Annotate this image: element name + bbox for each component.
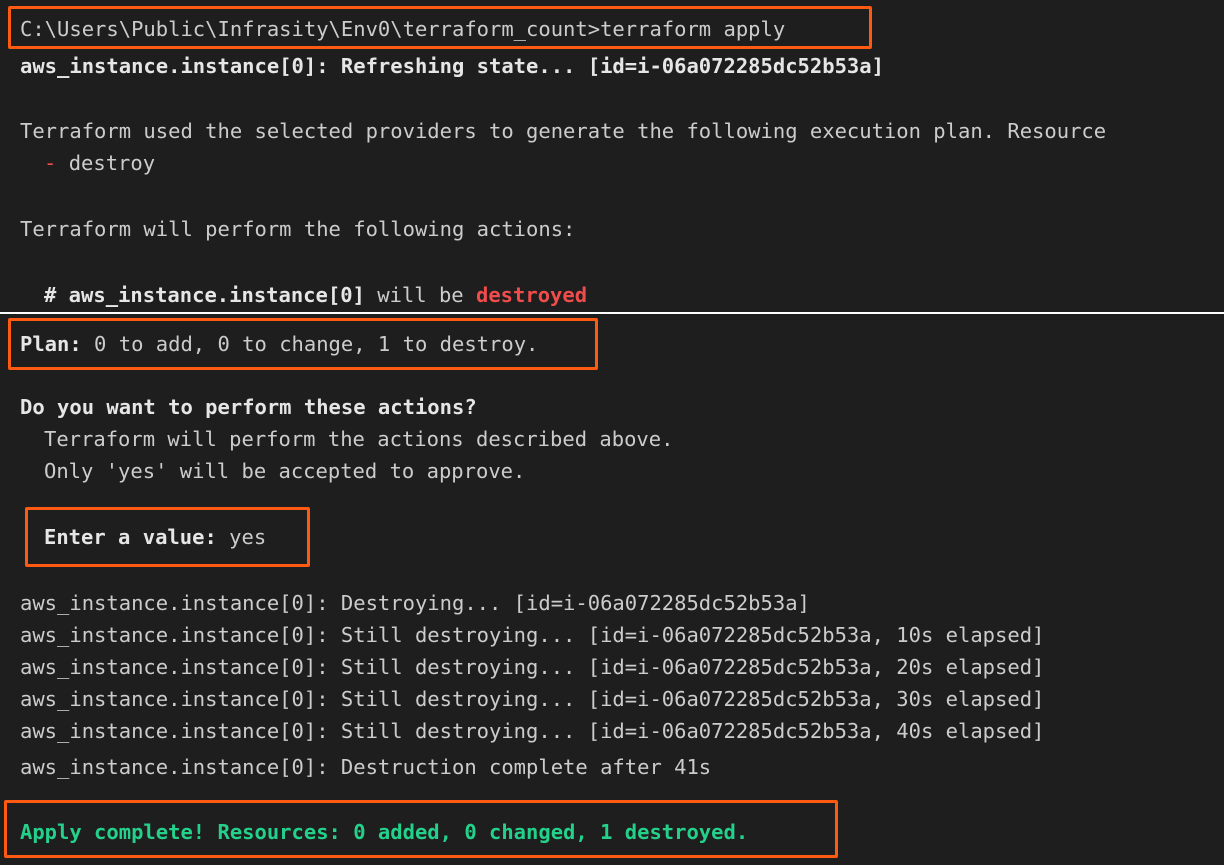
log-line: aws_instance.instance[0]: Destruction co…: [20, 755, 712, 779]
plan-text: 0 to add, 0 to change, 1 to destroy.: [81, 332, 539, 356]
log-line: aws_instance.instance[0]: Still destroyi…: [20, 655, 1045, 679]
destroy-symbol: -: [44, 151, 57, 175]
refresh-line: aws_instance.instance[0]: Refreshing sta…: [20, 54, 884, 78]
command-line: C:\Users\Public\Infrasity\Env0\terraform…: [20, 17, 786, 41]
destroyed-word: destroyed: [476, 283, 588, 307]
apply-complete-line: Apply complete! Resources: 0 added, 0 ch…: [20, 820, 749, 844]
log-line: aws_instance.instance[0]: Destroying... …: [20, 591, 810, 615]
enter-value-input[interactable]: yes: [217, 525, 266, 549]
resource-header: # aws_instance.instance[0]: [44, 283, 365, 307]
destroy-legend: - destroy: [44, 150, 155, 176]
confirm-question: Do you want to perform these actions?: [20, 395, 477, 419]
log-line: aws_instance.instance[0]: Still destroyi…: [20, 719, 1045, 743]
actions-line: Terraform will perform the following act…: [20, 217, 576, 241]
terminal-panel-bottom: Plan: 0 to add, 0 to change, 1 to destro…: [0, 314, 1224, 865]
enter-value-label: Enter a value:: [44, 525, 217, 549]
confirm-desc-2: Only 'yes' will be accepted to approve.: [44, 459, 526, 483]
terminal-panel-top: C:\Users\Public\Infrasity\Env0\terraform…: [0, 0, 1224, 312]
log-line: aws_instance.instance[0]: Still destroyi…: [20, 623, 1045, 647]
enter-value-prompt[interactable]: Enter a value: yes: [44, 524, 266, 550]
plan-summary-line: Plan: 0 to add, 0 to change, 1 to destro…: [20, 331, 538, 357]
confirm-desc-1: Terraform will perform the actions descr…: [44, 427, 674, 451]
plan-label: Plan:: [20, 332, 82, 356]
resource-header-line: # aws_instance.instance[0] will be destr…: [44, 282, 587, 308]
destroy-legend-word: destroy: [68, 151, 156, 175]
plan-intro-line: Terraform used the selected providers to…: [20, 119, 1107, 143]
log-line: aws_instance.instance[0]: Still destroyi…: [20, 687, 1045, 711]
will-be-text: will be: [364, 283, 476, 307]
